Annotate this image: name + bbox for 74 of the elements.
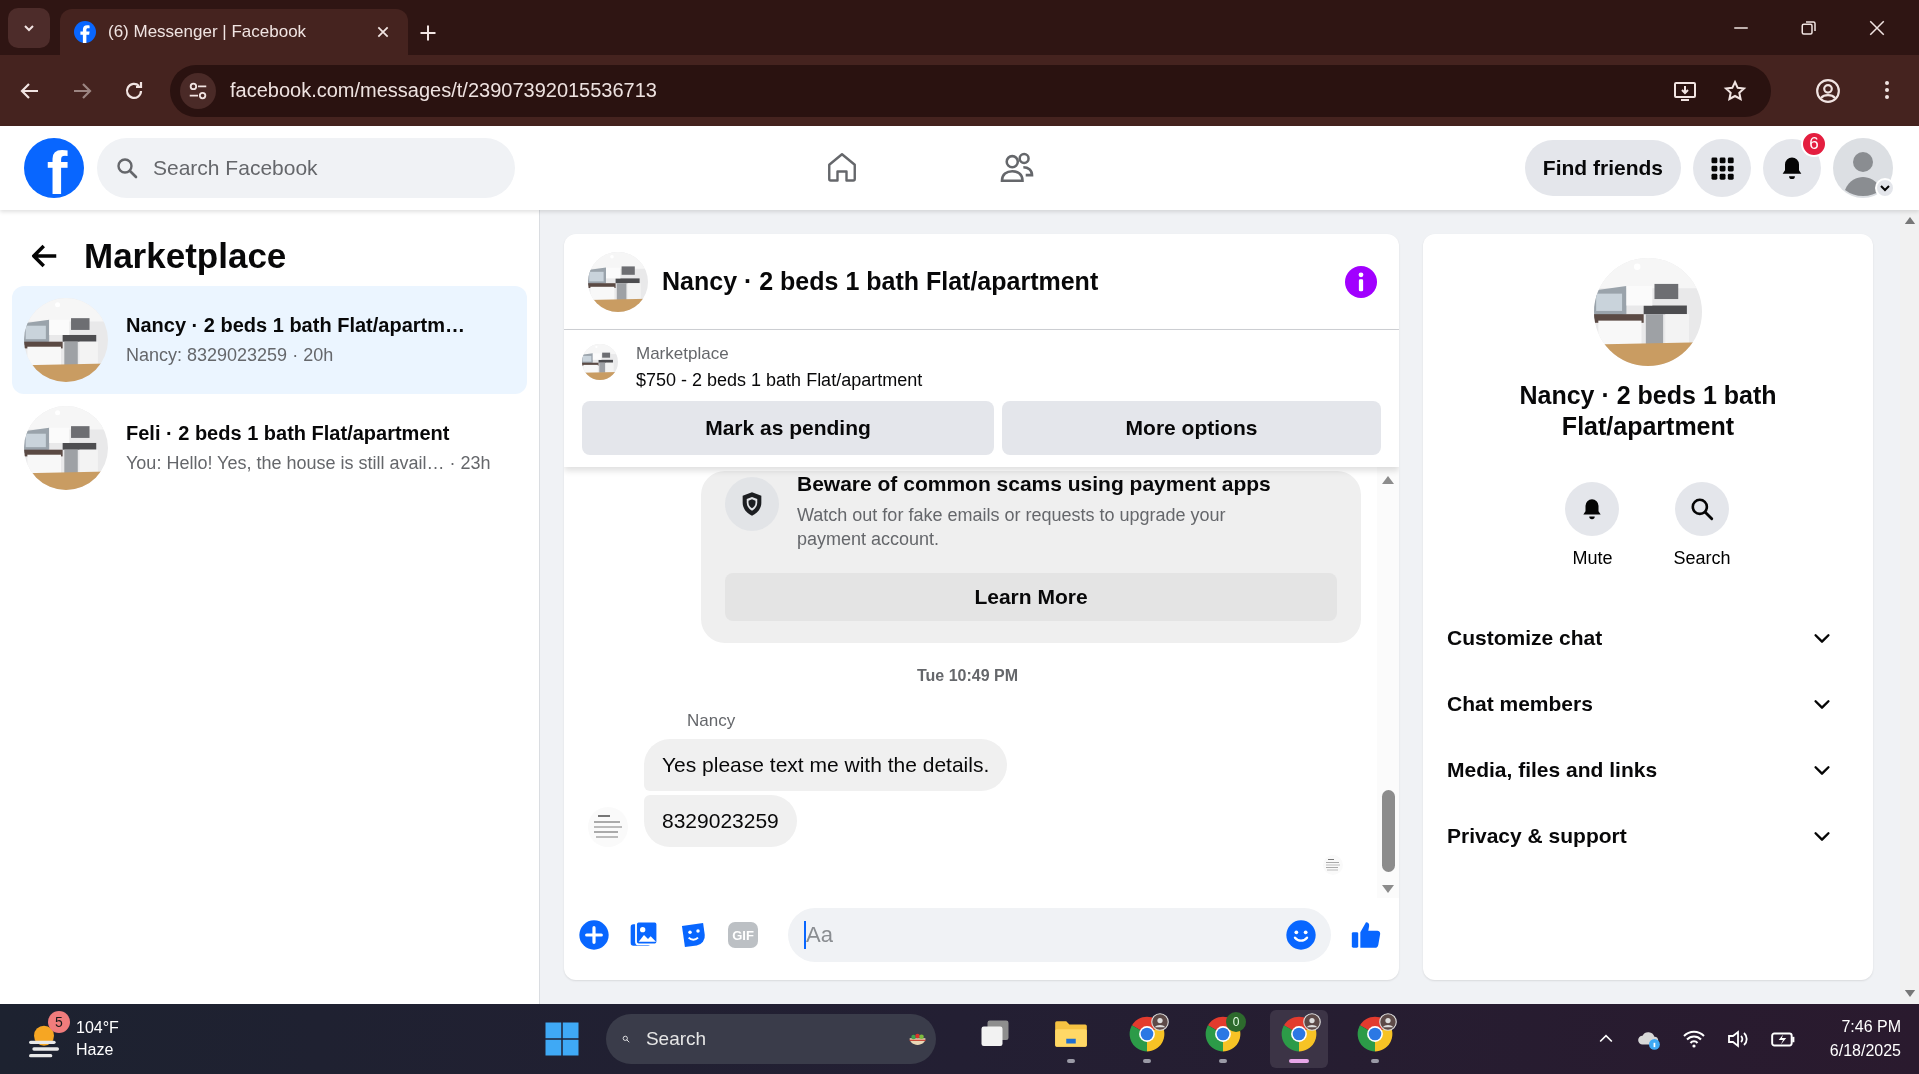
sidebar-title: Marketplace xyxy=(84,236,287,276)
find-friends-button[interactable]: Find friends xyxy=(1524,140,1681,196)
emoji-icon[interactable] xyxy=(1285,919,1317,951)
logo[interactable]: f xyxy=(24,138,84,198)
temperature: 104°F xyxy=(76,1019,119,1037)
scrollbar-thumb[interactable] xyxy=(1381,790,1395,872)
notification-badge: 6 xyxy=(1801,131,1827,157)
close-icon[interactable] xyxy=(376,25,390,39)
taskbar-app[interactable]: 0 xyxy=(1194,1010,1252,1068)
app-badge: 0 xyxy=(1226,1012,1246,1032)
taskbar-search-field[interactable]: Search xyxy=(606,1014,936,1064)
scroll-down-icon[interactable] xyxy=(1903,989,1916,998)
conversation-preview: Nancy: 8329023259 · 20h xyxy=(126,345,335,366)
conversation-item[interactable]: Nancy · 2 beds 1 bath Flat/apartm… Nancy: 8329023259 · 20h xyxy=(12,286,527,394)
listing-label: Marketplace xyxy=(636,344,730,364)
search-button[interactable] xyxy=(1675,482,1729,536)
taskbar-app[interactable] xyxy=(1270,1010,1328,1068)
search-field[interactable]: Search Facebook xyxy=(97,138,515,198)
speaker-icon[interactable] xyxy=(1725,1027,1750,1051)
start-icon[interactable] xyxy=(544,1021,580,1057)
notice-title: Beware of common scams using payment apps xyxy=(797,471,1272,497)
listing-title: $750 - 2 beds 1 bath Flat/apartment xyxy=(636,370,923,391)
plus-icon[interactable] xyxy=(578,919,610,951)
weather-badge: 5 xyxy=(48,1011,70,1033)
url-text: facebook.com/messages/t/23907392015536713 xyxy=(230,79,658,102)
section-header[interactable]: Media, files and links xyxy=(1447,737,1849,803)
profile-icon xyxy=(1303,1013,1321,1031)
chat-title: Nancy · 2 beds 1 bath Flat/apartment xyxy=(662,267,1100,296)
new-tab-icon[interactable] xyxy=(418,23,438,43)
restore-icon[interactable] xyxy=(1800,18,1818,37)
listing-action-button[interactable]: Mark as pending xyxy=(582,401,994,455)
message-field[interactable]: Aa xyxy=(788,908,1331,962)
caret-icon[interactable] xyxy=(1875,178,1895,198)
action-label: Search xyxy=(1673,548,1731,569)
message-bubble: Yes please text me with the details. xyxy=(644,739,1008,791)
section-header[interactable]: Customize chat xyxy=(1447,605,1849,671)
search-icon xyxy=(115,156,139,180)
conversation-item[interactable]: Feli · 2 beds 1 bath Flat/apartment You: Hello! Yes, the house is still avail… · 23h xyxy=(12,394,527,502)
scroll-up-icon[interactable] xyxy=(1381,475,1395,485)
listing-action-button[interactable]: More options xyxy=(1002,401,1381,455)
section-header[interactable]: Chat members xyxy=(1447,671,1849,737)
scroll-up-icon[interactable] xyxy=(1903,216,1916,225)
mute-button[interactable] xyxy=(1565,482,1620,536)
conversation-preview: You: Hello! Yes, the house is still avail… · 23h xyxy=(126,453,491,474)
address-bar[interactable]: facebook.com/messages/t/23907392015536713 xyxy=(170,64,1771,117)
facebook-icon xyxy=(74,21,96,43)
notice-text: Watch out for fake emails or requests to upgrade your payment account. xyxy=(797,504,1227,551)
page-scrollbar[interactable] xyxy=(1900,210,1919,1004)
contact-name: Nancy · 2 beds 1 bath Flat/apartment xyxy=(1518,380,1778,442)
weather-condition: Haze xyxy=(76,1041,115,1059)
profile-icon xyxy=(1151,1013,1169,1031)
message-input[interactable]: Aa xyxy=(804,921,1285,949)
clock-date: 6/18/2025 xyxy=(1829,1042,1901,1060)
profile-icon[interactable] xyxy=(1815,77,1841,104)
search-icon xyxy=(1689,496,1715,522)
close-icon[interactable] xyxy=(1868,18,1886,37)
scrollbar[interactable] xyxy=(1377,467,1399,898)
profile-icon xyxy=(1379,1013,1397,1031)
tab-title: (6) Messenger | Facebook xyxy=(108,22,308,42)
info-icon[interactable] xyxy=(1345,265,1377,298)
browser-tab[interactable]: (6) Messenger | Facebook xyxy=(60,9,408,55)
taskbar-search-input[interactable]: Search xyxy=(643,1027,893,1051)
message-timestamp: Tue 10:49 PM xyxy=(915,667,1020,685)
learn-more-button[interactable]: Learn More xyxy=(725,573,1337,621)
conversation-title: Feli · 2 beds 1 bath Flat/apartment xyxy=(126,422,451,445)
clock-time: 7:46 PM xyxy=(1841,1018,1901,1036)
action-label: Mute xyxy=(1572,548,1613,569)
conversation-title: Nancy · 2 beds 1 bath Flat/apartm… xyxy=(126,314,465,337)
scroll-down-icon[interactable] xyxy=(1381,884,1395,894)
bookmark-star-icon[interactable] xyxy=(1723,78,1747,103)
section-header[interactable]: Privacy & support xyxy=(1447,803,1849,869)
sender-name: Nancy xyxy=(687,711,737,731)
search-input[interactable]: Search Facebook xyxy=(151,155,497,181)
message-bubble: 8329023259 xyxy=(644,795,797,847)
